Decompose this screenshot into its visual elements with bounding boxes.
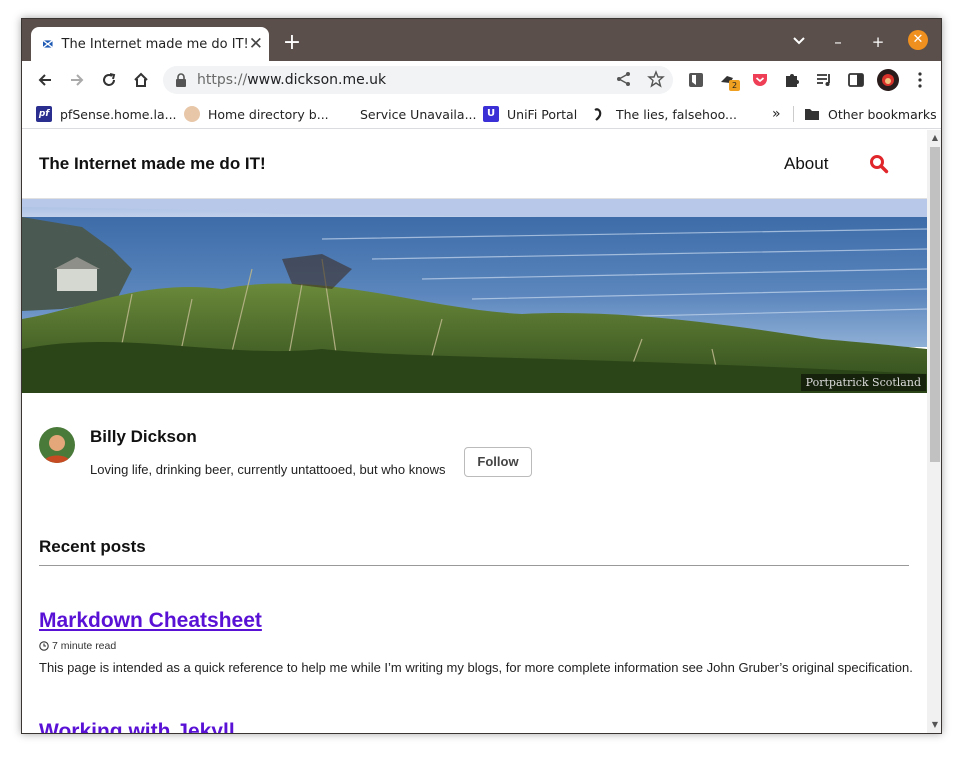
face-icon [184, 106, 200, 122]
tab-title: The Internet made me do IT! [61, 36, 249, 52]
bitwarden-icon[interactable] [684, 68, 708, 92]
tab-close-icon[interactable]: ✕ [249, 34, 263, 54]
bookmarks-divider [793, 106, 794, 122]
other-bookmarks-folder[interactable]: Other bookmarks [804, 103, 937, 125]
bookmark-item[interactable]: Service Unavaila... [336, 103, 477, 125]
bookmark-star-icon[interactable] [647, 70, 665, 88]
folder-icon [805, 109, 819, 120]
search-icon[interactable] [869, 154, 889, 174]
bookmarks-bar: pf pfSense.home.la... Home directory b..… [22, 99, 941, 129]
hero-image: Portpatrick Scotland [22, 199, 927, 393]
follow-button[interactable]: Follow [464, 447, 532, 477]
scroll-down-icon[interactable]: ▼ [930, 720, 940, 730]
reload-button[interactable] [97, 68, 121, 92]
recent-posts-divider [39, 565, 909, 566]
author-name: Billy Dickson [90, 427, 197, 446]
media-control-icon[interactable] [812, 68, 836, 92]
lock-icon [176, 73, 186, 87]
post-read-time: 7 minute read [39, 640, 116, 652]
back-button[interactable] [33, 68, 57, 92]
scroll-up-icon[interactable]: ▲ [930, 133, 940, 143]
bookmark-item[interactable]: U UniFi Portal [483, 103, 577, 125]
pocket-icon[interactable] [748, 68, 772, 92]
browser-toolbar: https://www.dickson.me.uk 2 [22, 61, 941, 99]
close-window-button[interactable]: ✕ [908, 30, 928, 50]
site-header: The Internet made me do IT! About [22, 130, 927, 199]
profile-avatar[interactable] [876, 68, 900, 92]
post-title-link[interactable]: Working with Jekyll [39, 720, 235, 733]
site-title-link[interactable]: The Internet made me do IT! [39, 154, 266, 174]
bookmarks-overflow-button[interactable]: » [772, 103, 781, 125]
bookmark-item[interactable]: The lies, falsehoo... [592, 103, 737, 125]
extension-badge-icon[interactable]: 2 [716, 68, 740, 92]
bird-icon [592, 106, 608, 122]
nav-about-link[interactable]: About [784, 154, 828, 174]
page-viewport: The Internet made me do IT! About Portpa… [22, 130, 927, 733]
extensions-puzzle-icon[interactable] [780, 68, 804, 92]
share-icon[interactable] [615, 70, 633, 88]
bookmark-item[interactable]: pf pfSense.home.la... [36, 103, 177, 125]
post-excerpt: This page is intended as a quick referen… [39, 660, 913, 675]
address-bar[interactable]: https://www.dickson.me.uk [163, 66, 673, 94]
blank-icon [336, 106, 352, 122]
recent-posts-heading: Recent posts [39, 537, 146, 556]
extension-badge: 2 [729, 80, 740, 91]
browser-window: The Internet made me do IT! ✕ + – + ✕ ht… [21, 18, 942, 734]
minimize-button[interactable]: – [827, 31, 849, 53]
scotland-flag-icon [43, 39, 53, 49]
pfsense-icon: pf [36, 106, 52, 122]
page-scrollbar[interactable]: ▲ ▼ [927, 130, 941, 733]
clock-icon [39, 641, 49, 651]
browser-menu-icon[interactable] [908, 68, 932, 92]
hero-caption: Portpatrick Scotland [800, 374, 926, 391]
maximize-button[interactable]: + [867, 31, 889, 53]
scrollbar-thumb[interactable] [930, 147, 940, 462]
new-tab-button[interactable]: + [280, 31, 304, 55]
side-panel-icon[interactable] [844, 68, 868, 92]
title-bar: The Internet made me do IT! ✕ + – + ✕ [22, 19, 941, 61]
author-profile: Billy Dickson Loving life, drinking beer… [39, 427, 639, 487]
author-avatar [39, 427, 75, 463]
home-button[interactable] [129, 68, 153, 92]
unifi-icon: U [483, 106, 499, 122]
bookmark-item[interactable]: Home directory b... [184, 103, 329, 125]
url-text: https://www.dickson.me.uk [197, 72, 387, 88]
coastal-landscape-image [22, 199, 927, 393]
post-title-link[interactable]: Markdown Cheatsheet [39, 609, 262, 633]
forward-button[interactable] [65, 68, 89, 92]
tab-search-icon[interactable] [788, 31, 810, 53]
author-bio: Loving life, drinking beer, currently un… [90, 462, 446, 477]
browser-tab[interactable]: The Internet made me do IT! ✕ [31, 27, 269, 61]
